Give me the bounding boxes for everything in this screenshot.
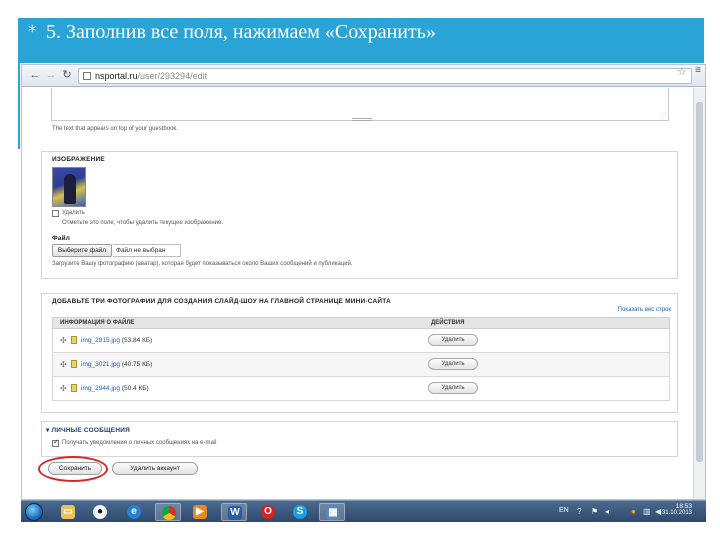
taskbar-image-app[interactable]: ▦ [319,503,345,521]
delete-file-button[interactable]: Удалить [428,358,478,370]
flag-icon[interactable]: ⚑ [591,507,598,516]
notify-label: Получать уведомления о личных сообщениях… [62,440,217,446]
clock-date: 31.10.2013 [661,510,692,516]
page-viewport: ⋰ The text that appears on top of your g… [22,88,694,499]
delete-image-hint: Отметьте это поле, чтобы удалить текущее… [62,220,224,226]
file-size: (53.84 КБ) [121,337,153,344]
image-file-icon [71,336,77,344]
slide: * 5. Заполнив все поля, нажимаем «Сохран… [0,0,720,540]
avatar-figure [64,174,76,204]
system-clock[interactable]: 18:53 31.10.2013 [662,503,692,516]
column-header-file-info: ИНФОРМАЦИЯ О ФАЙЛЕ [60,320,135,326]
panda-icon: ● [93,505,107,519]
network-icon[interactable]: ▥ [643,507,651,516]
media-player-icon: ▶ [193,505,207,519]
opera-icon: O [261,505,275,519]
taskbar-explorer-app[interactable]: ▭ [55,503,81,521]
page-icon [83,72,91,80]
image-fieldset: ИЗОБРАЖЕНИЕ Удалить Отметьте это поле, ч… [41,151,678,279]
image-legend: ИЗОБРАЖЕНИЕ [52,156,105,163]
private-messages-legend[interactable]: ▾ ЛИЧНЫЕ СООБЩЕНИЯ [46,426,130,434]
choose-file-button[interactable]: Выберите файл [52,244,112,257]
file-link[interactable]: img_2815.jpg (53.84 КБ) [81,337,152,344]
clock-time: 18:53 [675,503,692,510]
bookmark-star-icon[interactable]: ☆ [677,65,687,78]
file-link[interactable]: img_3021.jpg (40.75 КБ) [81,361,152,368]
file-label: Файл [52,235,71,242]
table-row: ✣ img_2944.jpg (50.4 КБ) Удалить [52,377,670,401]
delete-image-label: Удалить [62,210,85,216]
reload-icon[interactable]: ↻ [60,68,74,82]
table-row: ✣ img_3021.jpg (40.75 КБ) Удалить [52,353,670,377]
browser-window: ← → ↻ nsportal.ru/user/293294/edit ☆ ≡ ⋰… [21,64,706,500]
drag-handle-icon[interactable]: ✣ [60,360,67,369]
back-arrow-icon[interactable]: ← [28,68,42,82]
address-bar[interactable]: nsportal.ru/user/293294/edit [78,68,692,84]
show-weights-link[interactable]: Показать вес строк [618,307,671,313]
language-indicator[interactable]: EN [559,507,569,514]
file-size: (40.75 КБ) [121,361,153,368]
show-hidden-icons[interactable]: ◂ [605,507,609,516]
start-button-icon[interactable] [25,503,43,521]
delete-image-checkbox[interactable] [52,210,59,217]
antivirus-icon[interactable]: ● [631,507,636,516]
file-link[interactable]: img_2944.jpg (50.4 КБ) [81,385,149,392]
slide-left-rule [18,63,20,149]
taskbar-panda-app[interactable]: ● [87,503,113,521]
textarea-grip-icon[interactable] [352,118,372,121]
notify-checkbox[interactable] [52,438,59,447]
drag-handle-icon[interactable]: ✣ [60,384,67,393]
file-status: Файл не выбран [113,244,181,257]
taskbar-ie-app[interactable]: e [121,503,147,521]
wrench-menu-icon[interactable]: ≡ [695,65,701,76]
table-row: ✣ img_2815.jpg (53.84 КБ) Удалить [52,329,670,353]
help-icon[interactable]: ? [577,507,581,516]
scroll-thumb[interactable] [696,102,703,462]
volume-icon[interactable]: ◀ [655,507,661,516]
url-host: nsportal.ru [95,71,138,81]
taskbar-skype-app[interactable]: S [287,503,313,521]
taskbar-opera-app[interactable]: O [255,503,281,521]
forward-arrow-icon[interactable]: → [44,68,58,82]
slideshow-table-header: ИНФОРМАЦИЯ О ФАЙЛЕ ДЕЙСТВИЯ [52,317,670,329]
guestbook-textarea[interactable]: ⋰ [51,88,669,121]
internet-explorer-icon: e [127,505,141,519]
taskbar-media-app[interactable]: ▶ [187,503,213,521]
slideshow-fieldset: ДОБАВЬТЕ ТРИ ФОТОГРАФИИ ДЛЯ СОЗДАНИЯ СЛА… [41,293,678,413]
drag-handle-icon[interactable]: ✣ [60,336,67,345]
word-icon: W [228,506,242,520]
skype-icon: S [293,505,307,519]
delete-file-button[interactable]: Удалить [428,334,478,346]
guestbook-hint: The text that appears on top of your gue… [52,126,179,132]
slideshow-legend: ДОБАВЬТЕ ТРИ ФОТОГРАФИИ ДЛЯ СОЗДАНИЯ СЛА… [52,298,391,305]
save-highlight-ellipse [38,456,108,482]
vertical-scrollbar[interactable] [693,88,705,499]
file-size: (50.4 КБ) [121,385,149,392]
avatar [52,167,86,207]
delete-file-button[interactable]: Удалить [428,382,478,394]
taskbar-chrome-app[interactable] [155,503,181,521]
slide-title: 5. Заполнив все поля, нажимаем «Сохранит… [46,21,436,43]
resize-corner-icon[interactable]: ⋰ [661,112,667,119]
folder-icon: ▭ [61,505,75,519]
private-messages-fieldset: ▾ ЛИЧНЫЕ СООБЩЕНИЯ Получать уведомления … [41,421,678,457]
delete-account-button[interactable]: Удалить аккаунт [112,462,198,475]
image-file-icon [71,360,77,368]
windows-taskbar: ▭ ● e ▶ W O S ▦ EN ? ⚑ ◂ ● ▥ ◀ 18:53 31.… [21,500,706,522]
slide-bullet: * [28,22,37,42]
browser-toolbar: ← → ↻ nsportal.ru/user/293294/edit ☆ ≡ [22,65,705,87]
taskbar-word-app[interactable]: W [221,503,247,521]
image-file-icon [71,384,77,392]
url-path: /user/293294/edit [137,71,208,81]
image-viewer-icon: ▦ [326,506,340,520]
column-header-actions: ДЕЙСТВИЯ [431,320,465,326]
upload-hint: Загрузите Вашу фотографию (аватар), кото… [52,261,353,267]
chrome-icon [162,506,176,520]
